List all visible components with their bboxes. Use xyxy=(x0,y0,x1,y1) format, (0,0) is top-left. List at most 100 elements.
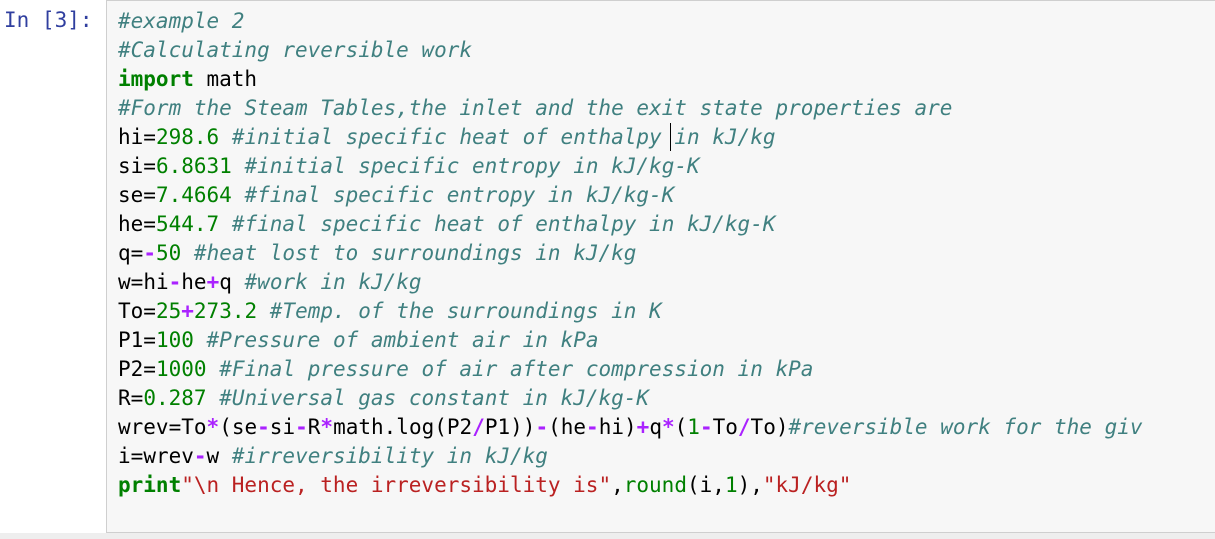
code-token: ) xyxy=(624,415,637,439)
code-line[interactable]: #example 2 xyxy=(118,7,1143,36)
code-token: R xyxy=(118,386,131,410)
code-line[interactable]: print"\n Hence, the irreversibility is",… xyxy=(118,471,1143,500)
code-token: hi xyxy=(143,270,169,294)
code-token: "kJ/kg" xyxy=(762,473,852,497)
code-token: #final specific entropy in kJ/kg-K xyxy=(244,183,675,207)
code-token: * xyxy=(320,415,334,439)
code-token: si xyxy=(118,154,144,178)
code-token: se xyxy=(231,415,258,439)
code-token: si xyxy=(269,415,296,439)
code-line[interactable]: #Form the Steam Tables,the inlet and the… xyxy=(118,94,1143,123)
code-token: + xyxy=(636,415,650,439)
code-token: he xyxy=(118,212,144,236)
code-token: = xyxy=(143,154,156,178)
code-token: ( xyxy=(434,415,447,439)
code-line[interactable]: To=25+273.2 #Temp. of the surroundings i… xyxy=(118,297,1143,326)
code-line[interactable]: q=-50 #heat lost to surroundings in kJ/k… xyxy=(118,239,1143,268)
code-token: round xyxy=(623,473,687,497)
code-line[interactable]: R=0.287 #Universal gas constant in kJ/kg… xyxy=(118,384,1143,413)
code-line[interactable]: P2=1000 #Final pressure of air after com… xyxy=(118,355,1143,384)
code-token: To xyxy=(750,415,776,439)
code-token: hi xyxy=(598,415,624,439)
code-token: 100 xyxy=(155,328,194,352)
code-token: ( xyxy=(686,473,700,497)
code-token: ( xyxy=(548,415,561,439)
code-token: #initial specific heat of enthalpy in kJ… xyxy=(231,125,776,149)
code-line[interactable]: #Calculating reversible work xyxy=(118,36,1143,65)
code-token: #Calculating reversible work xyxy=(118,38,473,62)
code-token: #work in kJ/kg xyxy=(244,270,422,294)
code-token: - xyxy=(257,415,270,439)
text-cursor xyxy=(670,123,671,151)
code-token: #example 2 xyxy=(118,9,245,33)
code-token: / xyxy=(472,415,485,439)
code-token: 1 xyxy=(724,473,738,497)
code-token: To xyxy=(118,299,144,323)
code-token: #reversible work for the giv xyxy=(788,415,1143,439)
code-text[interactable]: #example 2 #Calculating reversible work im… xyxy=(118,7,1143,500)
code-token: "\n Hence, the irreversibility is" xyxy=(181,473,612,497)
code-token: #heat lost to surroundings in kJ/kg xyxy=(193,241,637,265)
code-token: * xyxy=(661,415,675,439)
code-token: ( xyxy=(219,415,232,439)
code-line[interactable]: w=hi-he+q #work in kJ/kg xyxy=(118,268,1143,297)
code-token: To xyxy=(712,415,738,439)
code-token: - xyxy=(143,241,156,265)
code-line[interactable]: se=7.4664 #final specific entropy in kJ/… xyxy=(118,181,1143,210)
code-line[interactable]: P1=100 #Pressure of ambient air in kPa xyxy=(118,326,1143,355)
code-token: 25 xyxy=(155,299,182,323)
input-prompt: In [3]: xyxy=(4,8,93,32)
code-token: ) xyxy=(775,415,789,439)
code-editor[interactable]: #example 2 #Calculating reversible work im… xyxy=(106,0,1215,533)
code-token: hi xyxy=(118,125,144,149)
code-token: = xyxy=(143,183,156,207)
code-token: w xyxy=(118,270,131,294)
code-token: 544.7 xyxy=(155,212,220,236)
code-token: #Pressure of ambient air in kPa xyxy=(206,328,599,352)
code-token: = xyxy=(130,270,144,294)
code-token: #Form the Steam Tables,the inlet and the… xyxy=(118,96,953,120)
code-line[interactable]: he=544.7 #final specific heat of enthalp… xyxy=(118,210,1143,239)
code-token: , xyxy=(611,473,624,497)
code-line[interactable]: si=6.8631 #initial specific entropy in k… xyxy=(118,152,1143,181)
code-token: - xyxy=(699,415,713,439)
code-token: wrev xyxy=(143,444,194,468)
code-token: #final specific heat of enthalpy in kJ/k… xyxy=(231,212,776,236)
code-token: q xyxy=(219,270,232,294)
code-token: , xyxy=(712,473,725,497)
code-token: = xyxy=(130,241,144,265)
code-token: - xyxy=(168,270,182,294)
code-token: P1 xyxy=(118,328,144,352)
code-token: )) xyxy=(510,415,536,439)
code-token: 50 xyxy=(155,241,182,265)
code-token: = xyxy=(143,299,156,323)
code-line[interactable]: i=wrev-w #irreversibility in kJ/kg xyxy=(118,442,1143,471)
code-line[interactable]: hi=298.6 #initial specific heat of entha… xyxy=(118,123,1143,152)
code-token: R xyxy=(307,415,321,439)
code-token: he xyxy=(181,270,207,294)
code-token: #irreversibility in kJ/kg xyxy=(231,444,548,468)
code-token: - xyxy=(586,415,599,439)
code-token: = xyxy=(143,212,156,236)
code-token: * xyxy=(206,415,220,439)
code-token: #Final pressure of air after compression… xyxy=(219,357,814,381)
code-line[interactable]: wrev=To*(se-si-R*math.log(P2/P1))-(he-hi… xyxy=(118,413,1143,442)
code-line[interactable]: import math xyxy=(118,65,1143,94)
code-token: import xyxy=(118,67,194,91)
code-token: 6.8631 xyxy=(155,154,232,178)
code-token: w xyxy=(206,444,220,468)
code-token: se xyxy=(118,183,144,207)
code-token: 1000 xyxy=(155,357,207,381)
code-token: = xyxy=(143,125,156,149)
code-token: 7.4664 xyxy=(155,183,232,207)
code-token: q xyxy=(649,415,662,439)
code-token: = xyxy=(130,386,144,410)
